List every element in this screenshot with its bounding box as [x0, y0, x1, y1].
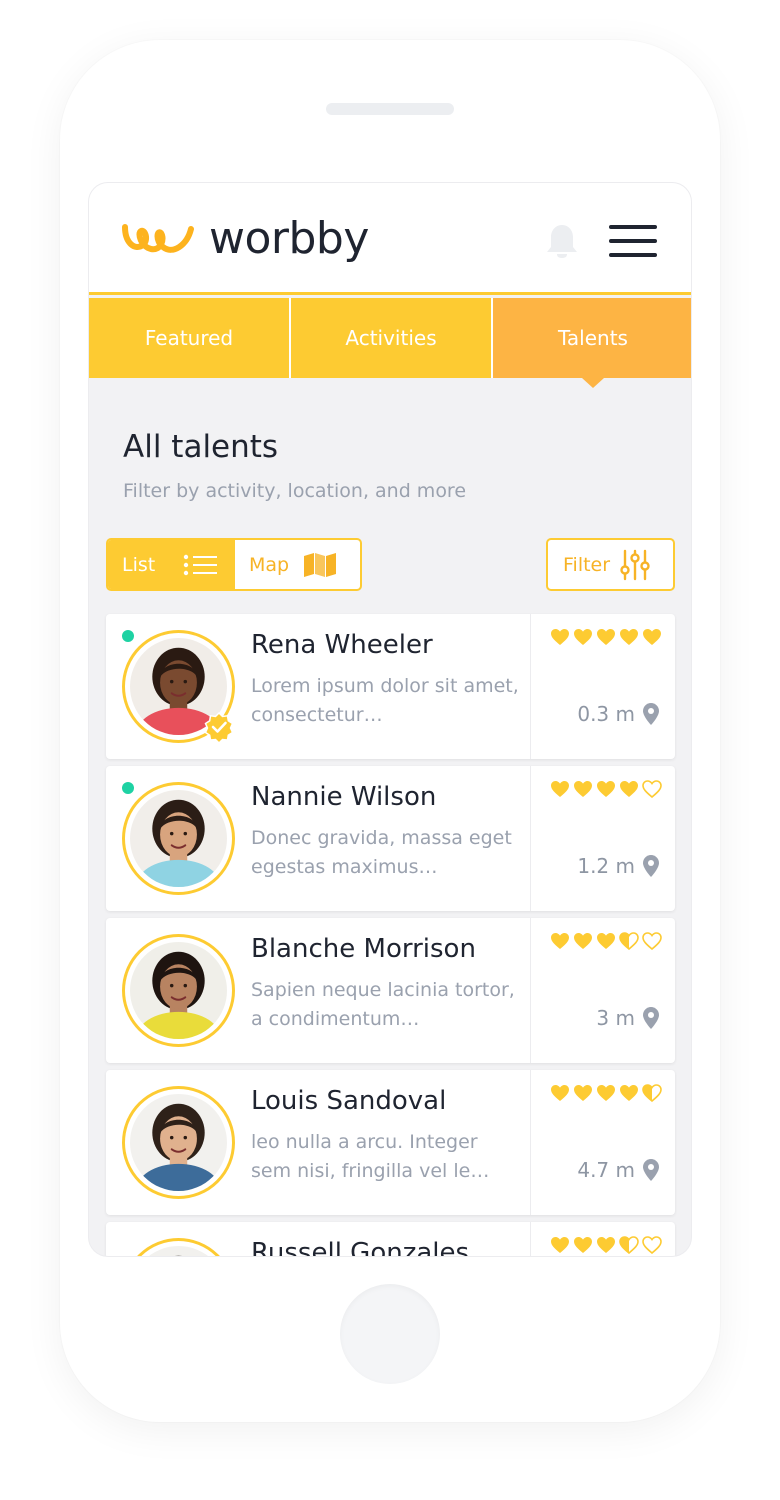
talent-name[interactable]: Russell Gonzales: [251, 1238, 469, 1256]
card-divider: [530, 1222, 531, 1256]
card-divider: [530, 766, 531, 911]
hamburger-menu-icon[interactable]: [609, 225, 659, 257]
heart-icon: [574, 1237, 592, 1253]
talent-name[interactable]: Louis Sandoval: [251, 1086, 446, 1116]
heart-icon: [597, 629, 615, 645]
heart-icon: [597, 933, 615, 949]
heart-icon: [619, 1236, 639, 1254]
map-view-label: Map: [249, 553, 290, 576]
page-subtitle: Filter by activity, location, and more: [123, 480, 467, 502]
heart-icon: [597, 781, 615, 797]
heart-icon: [551, 629, 569, 645]
worbby-logo-icon: [122, 224, 194, 253]
card-divider: [530, 918, 531, 1063]
location-pin-icon: [643, 1007, 659, 1029]
talent-description: Sapien neque lacinia tortor, a condiment…: [251, 979, 515, 1030]
filter-label: Filter: [563, 553, 611, 576]
heart-icon: [551, 781, 569, 797]
talent-description: Lorem ipsum dolor sit amet, consectetur…: [251, 675, 519, 726]
avatar[interactable]: [122, 934, 235, 1047]
list-view-button[interactable]: List: [108, 540, 235, 589]
tab-activities[interactable]: Activities: [289, 298, 491, 378]
rating-hearts: [550, 780, 662, 798]
talent-card[interactable]: Louis Sandoval leo nulla a arcu. Integer…: [106, 1070, 675, 1215]
heart-icon: [597, 1237, 615, 1253]
app-header: worbby: [89, 183, 691, 295]
view-toggle: List Map: [106, 538, 362, 591]
heart-icon: [620, 629, 638, 645]
map-view-button[interactable]: Map: [235, 540, 351, 589]
talent-name[interactable]: Nannie Wilson: [251, 782, 436, 812]
verified-badge-icon: [204, 712, 234, 742]
heart-icon: [551, 1237, 569, 1253]
brand-name[interactable]: worbby: [209, 213, 369, 264]
talent-description: Donec gravida, massa eget egestas maximu…: [251, 827, 512, 878]
distance-value: 0.3 m: [577, 702, 635, 726]
talent-distance: 4.7 m: [577, 1158, 659, 1182]
sliders-icon: [620, 549, 650, 580]
talent-description: leo nulla a arcu. Integer sem nisi, frin…: [251, 1131, 490, 1182]
filter-button[interactable]: Filter: [546, 538, 675, 591]
heart-icon: [642, 1236, 662, 1254]
rating-hearts: [550, 932, 662, 950]
list-view-label: List: [122, 553, 156, 576]
talent-distance: 3 m: [596, 1006, 659, 1030]
online-status-dot: [122, 630, 134, 642]
app-screen: worbby Featured Activities Talents All t…: [88, 182, 692, 1257]
heart-icon: [574, 629, 592, 645]
talent-distance: 0.3 m: [577, 702, 659, 726]
heart-icon: [642, 1084, 662, 1102]
heart-icon: [620, 781, 638, 797]
list-icon: [184, 554, 218, 575]
avatar-photo: [130, 790, 227, 887]
avatar-photo: [130, 1094, 227, 1191]
talent-name[interactable]: Rena Wheeler: [251, 630, 433, 660]
online-status-dot: [122, 782, 134, 794]
heart-icon: [574, 933, 592, 949]
phone-speaker: [326, 103, 454, 115]
avatar-photo: [130, 942, 227, 1039]
phone-home-button[interactable]: [340, 1284, 440, 1384]
talent-distance: 1.2 m: [577, 854, 659, 878]
talent-card[interactable]: Nannie Wilson Donec gravida, massa eget …: [106, 766, 675, 911]
category-tabs: Featured Activities Talents: [89, 298, 691, 388]
avatar[interactable]: [122, 782, 235, 895]
distance-value: 3 m: [596, 1006, 635, 1030]
heart-icon: [642, 780, 662, 798]
tab-talents[interactable]: Talents: [491, 298, 691, 388]
talent-name[interactable]: Blanche Morrison: [251, 934, 476, 964]
heart-icon: [574, 781, 592, 797]
heart-icon: [574, 1085, 592, 1101]
talent-list: Rena Wheeler Lorem ipsum dolor sit amet,…: [106, 614, 675, 1256]
heart-icon: [551, 1085, 569, 1101]
distance-value: 4.7 m: [577, 1158, 635, 1182]
rating-hearts: [550, 1236, 662, 1254]
location-pin-icon: [643, 855, 659, 877]
heart-icon: [597, 1085, 615, 1101]
avatar-photo: [130, 1246, 227, 1256]
rating-hearts: [550, 628, 662, 646]
tab-featured[interactable]: Featured: [89, 298, 289, 378]
card-divider: [530, 1070, 531, 1215]
heart-icon: [620, 1085, 638, 1101]
rating-hearts: [550, 1084, 662, 1102]
talent-card[interactable]: Rena Wheeler Lorem ipsum dolor sit amet,…: [106, 614, 675, 759]
heart-icon: [551, 933, 569, 949]
location-pin-icon: [643, 1159, 659, 1181]
talent-card[interactable]: Blanche Morrison Sapien neque lacinia to…: [106, 918, 675, 1063]
talent-card[interactable]: Russell Gonzales: [106, 1222, 675, 1256]
bell-icon[interactable]: [545, 223, 579, 259]
avatar[interactable]: [122, 1086, 235, 1199]
heart-icon: [643, 629, 661, 645]
card-divider: [530, 614, 531, 759]
map-icon: [304, 552, 337, 577]
distance-value: 1.2 m: [577, 854, 635, 878]
avatar[interactable]: [122, 1238, 235, 1256]
heart-icon: [619, 932, 639, 950]
heart-icon: [642, 932, 662, 950]
page-title: All talents: [123, 429, 279, 465]
location-pin-icon: [643, 703, 659, 725]
